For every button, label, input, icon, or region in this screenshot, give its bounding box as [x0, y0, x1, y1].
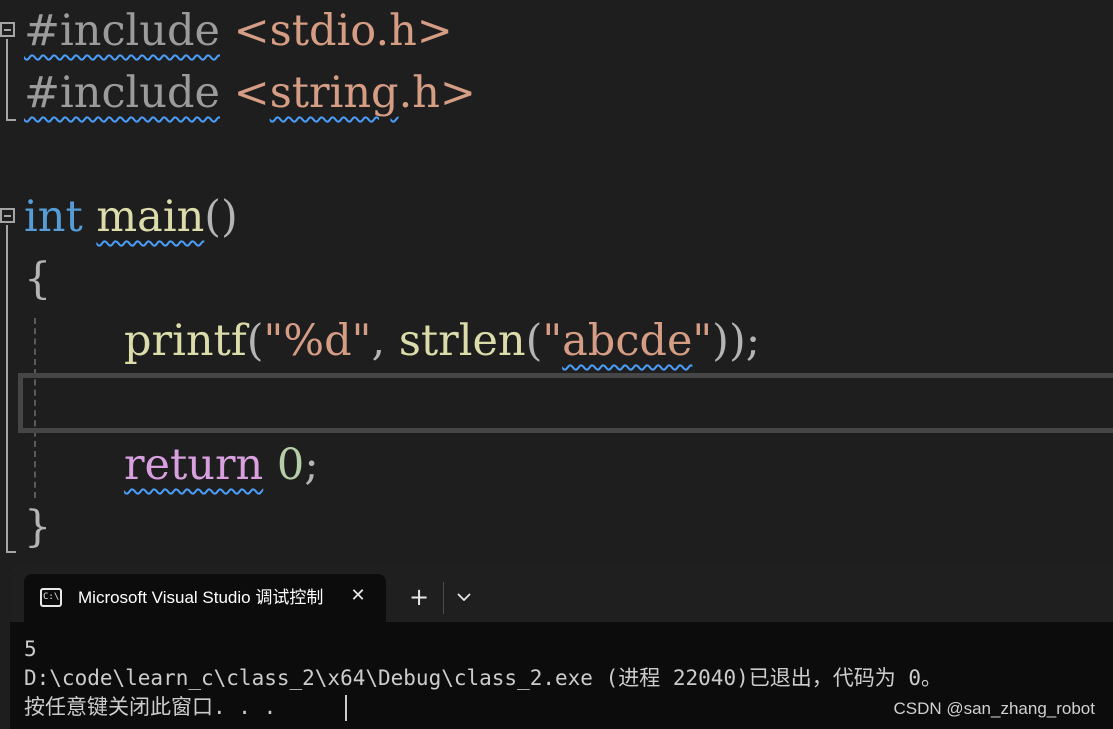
string-literal: abcde [562, 316, 693, 366]
type-keyword: int [24, 192, 83, 242]
console-icon: C:\ [40, 588, 62, 607]
close-brace: } [24, 502, 52, 552]
code-line-5[interactable]: { [0, 248, 1113, 310]
tab-debug-console[interactable]: C:\ Microsoft Visual Studio 调试控制台 ✕ [24, 574, 386, 622]
function-name: main [96, 192, 205, 242]
console-output-line: 5 [24, 637, 37, 661]
comma: , [371, 316, 399, 366]
code-line-9[interactable]: } [0, 496, 1113, 558]
console-output-line: D:\code\learn_c\class_2\x64\Debug\class_… [24, 666, 943, 690]
quote: " [692, 316, 713, 366]
tab-separator [443, 582, 444, 614]
include-header-name: string [269, 68, 399, 118]
tab-title: Microsoft Visual Studio 调试控制台 [78, 588, 324, 607]
open-brace: { [24, 254, 52, 304]
text-cursor [345, 695, 347, 721]
include-header-close: .h> [398, 68, 476, 118]
code-line-2[interactable]: #include <string.h> [0, 62, 1113, 124]
code-line-4[interactable]: int main() [0, 186, 1113, 248]
include-header: <stdio.h> [233, 6, 453, 56]
quote: " [542, 316, 563, 366]
code-editor[interactable]: #include <stdio.h> #include <string.h> i… [0, 0, 1113, 562]
parentheses: () [204, 192, 238, 242]
code-line-6[interactable]: printf("%d", strlen("abcde")); [0, 310, 1113, 372]
paren: ( [246, 316, 264, 366]
close-icon[interactable]: ✕ [346, 583, 370, 609]
preprocessor-directive: #include [24, 6, 220, 56]
function-call: strlen [398, 316, 526, 366]
format-string: "%d" [263, 316, 372, 366]
watermark: CSDN @san_zhang_robot [893, 699, 1095, 718]
return-keyword: return [124, 440, 264, 490]
code-line-1[interactable]: #include <stdio.h> [0, 0, 1113, 62]
preprocessor-directive: #include [24, 68, 220, 118]
paren: ( [525, 316, 543, 366]
console-output-line: 按任意键关闭此窗口. . . [24, 695, 277, 719]
return-value: 0 [276, 440, 305, 490]
debug-console-window[interactable]: C:\ Microsoft Visual Studio 调试控制台 ✕ + 5 … [10, 562, 1113, 729]
plus-icon[interactable]: + [404, 582, 434, 612]
terminal-tab-bar: C:\ Microsoft Visual Studio 调试控制台 ✕ + [10, 562, 1113, 622]
include-header-open: < [233, 68, 270, 118]
chevron-down-icon[interactable] [450, 582, 478, 612]
closing-parens: )); [712, 316, 761, 366]
current-line-highlight [18, 373, 1113, 433]
function-call: printf [124, 316, 247, 366]
semicolon: ; [304, 440, 319, 490]
code-line-8[interactable]: return 0; [0, 434, 1113, 496]
